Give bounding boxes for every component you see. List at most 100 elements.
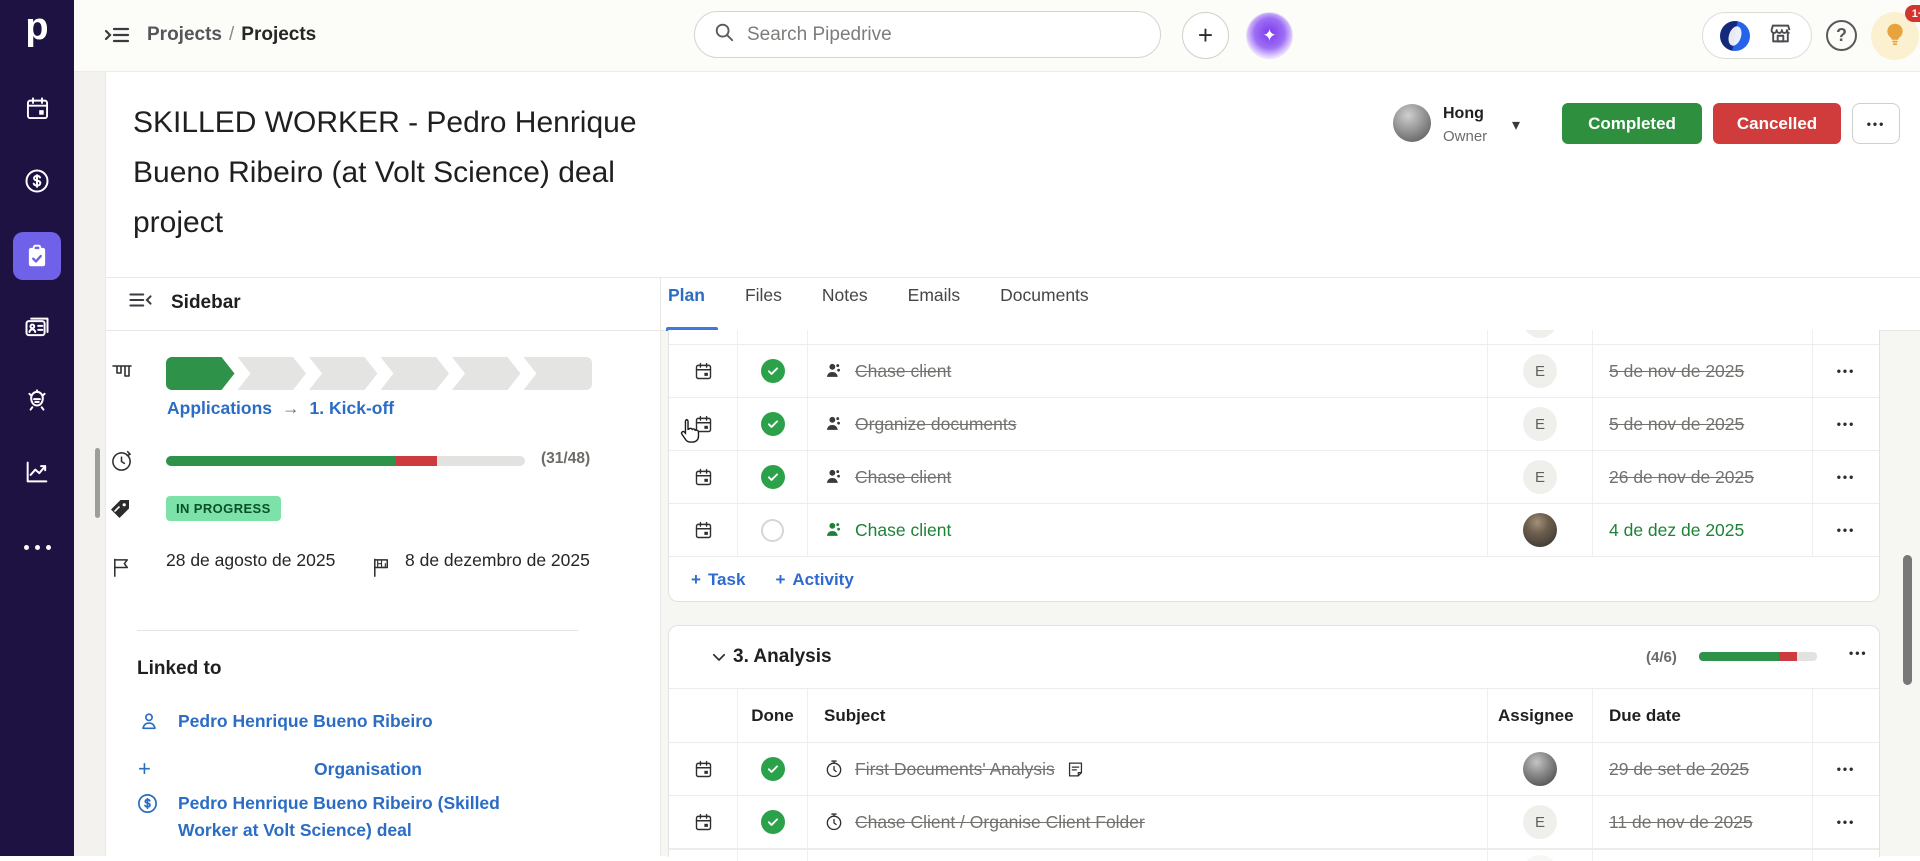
row-calendar-icon[interactable] <box>669 504 738 556</box>
due-date-cell[interactable]: 5 de nov de 2025 <box>1593 345 1813 397</box>
subject-cell[interactable]: Chase Client / Organise Client Folder <box>808 796 1488 848</box>
pipedrive-logo[interactable]: p <box>0 6 74 49</box>
sidebar-collapse-icon[interactable] <box>128 289 153 317</box>
nav-collapse-icon[interactable] <box>104 23 130 52</box>
nav-deals-icon[interactable] <box>0 157 74 205</box>
task-subject[interactable]: Chase client <box>855 467 951 488</box>
breadcrumb-section[interactable]: Projects <box>147 24 222 45</box>
marketplace-icon[interactable] <box>1767 20 1794 52</box>
add-activity-button[interactable]: + Activity <box>775 570 853 590</box>
section-progress-bar <box>1699 652 1817 661</box>
main-scrollbar-thumb[interactable] <box>1903 555 1912 685</box>
task-subject[interactable]: Chase client <box>855 361 951 382</box>
progress-done-segment <box>166 456 396 466</box>
phase-breadcrumb: Applications → 1. Kick-off <box>167 398 394 419</box>
column-assignee[interactable]: Assignee <box>1488 689 1593 742</box>
assignee-cell[interactable]: E <box>1488 345 1593 397</box>
row-menu-button[interactable]: ••• <box>1813 398 1879 450</box>
column-due-date[interactable]: Due date <box>1593 689 1813 742</box>
subject-cell[interactable]: Organize documents <box>808 398 1488 450</box>
question-icon: ? <box>1836 25 1847 45</box>
phase-link[interactable]: 1. Kick-off <box>310 398 395 419</box>
row-calendar-icon[interactable] <box>669 796 738 848</box>
row-menu-button[interactable]: ••• <box>1813 743 1879 795</box>
help-button[interactable]: ? <box>1826 20 1857 51</box>
end-date[interactable]: 8 de dezembro de 2025 <box>405 546 600 574</box>
assignee-avatar: E <box>1523 354 1557 388</box>
nav-ai-agent-icon[interactable] <box>0 378 74 426</box>
add-task-button[interactable]: + Task <box>691 570 745 590</box>
section-title[interactable]: 3. Analysis <box>733 646 832 668</box>
task-subject[interactable]: Organize documents <box>855 414 1016 435</box>
global-search[interactable] <box>694 11 1161 58</box>
column-done[interactable]: Done <box>738 689 808 742</box>
done-checkbox[interactable] <box>738 345 808 397</box>
tab-emails[interactable]: Emails <box>908 285 961 306</box>
section-menu-button[interactable]: ••• <box>1849 644 1868 662</box>
status-badge[interactable]: IN PROGRESS <box>166 496 281 521</box>
due-date-cell[interactable]: 4 de dez de 2025 <box>1593 504 1813 556</box>
ai-assistant-button[interactable]: ✦ <box>1246 12 1293 59</box>
row-menu-button[interactable]: ••• <box>1813 796 1879 848</box>
add-organisation-link[interactable]: Organisation <box>178 759 558 780</box>
analysis-section-header: 3. Analysis (4/6) ••• <box>669 626 1879 688</box>
activity-subject[interactable]: Chase Client / Organise Client Folder <box>855 812 1145 833</box>
row-menu-button[interactable]: ••• <box>1813 345 1879 397</box>
tab-notes[interactable]: Notes <box>822 285 868 306</box>
done-checkbox[interactable] <box>738 398 808 450</box>
section-chevron-down-icon[interactable] <box>709 648 729 671</box>
due-date-cell[interactable]: 26 de nov de 2025 <box>1593 451 1813 503</box>
assignee-cell[interactable]: E <box>1488 796 1593 848</box>
tab-plan[interactable]: Plan <box>668 285 705 306</box>
start-date[interactable]: 28 de agosto de 2025 <box>166 546 376 574</box>
nav-insights-icon[interactable] <box>0 448 74 496</box>
completed-button[interactable]: Completed <box>1562 103 1702 144</box>
quick-add-button[interactable]: + <box>1182 12 1229 59</box>
assignee-cell[interactable]: E <box>1488 451 1593 503</box>
subject-cell[interactable]: Chase client <box>808 451 1488 503</box>
add-organisation-plus-icon[interactable]: + <box>138 756 151 782</box>
assignee-cell[interactable]: E <box>1488 398 1593 450</box>
nav-contacts-icon[interactable] <box>0 303 74 351</box>
nav-more-icon[interactable] <box>0 523 74 571</box>
activity-subject[interactable]: First Documents' Analysis <box>855 759 1055 780</box>
done-checkbox[interactable] <box>738 796 808 848</box>
assignee-cell[interactable] <box>1488 504 1593 556</box>
campaigns-app-icon[interactable] <box>1720 20 1750 51</box>
nav-activities-calendar-icon[interactable] <box>0 84 74 132</box>
due-date-cell[interactable]: 11 de nov de 2025 <box>1593 796 1813 848</box>
nav-projects-icon[interactable] <box>0 232 74 280</box>
subject-cell[interactable]: Chase client <box>808 345 1488 397</box>
phase-progress-bar[interactable] <box>166 357 592 390</box>
outer-scrollbar-thumb[interactable] <box>95 448 100 518</box>
subject-cell[interactable]: Chase client <box>808 504 1488 556</box>
search-input[interactable] <box>747 23 1127 46</box>
owner-avatar[interactable] <box>1393 104 1431 142</box>
row-menu-button[interactable]: ••• <box>1813 451 1879 503</box>
row-calendar-icon[interactable] <box>669 743 738 795</box>
linked-deal-link[interactable]: Pedro Henrique Bueno Ribeiro (Skilled Wo… <box>178 790 528 844</box>
cancelled-button[interactable]: Cancelled <box>1713 103 1841 144</box>
project-more-button[interactable]: ••• <box>1852 103 1900 144</box>
row-calendar-icon[interactable] <box>669 451 738 503</box>
task-subject[interactable]: Chase client <box>855 520 951 541</box>
column-subject[interactable]: Subject <box>808 689 1488 742</box>
pipeline-link[interactable]: Applications <box>167 398 272 419</box>
tab-documents[interactable]: Documents <box>1000 285 1089 306</box>
done-checkbox[interactable] <box>738 743 808 795</box>
page-title: SKILLED WORKER - Pedro Henrique Bueno Ri… <box>133 98 753 248</box>
tab-files[interactable]: Files <box>745 285 782 306</box>
done-checkbox[interactable] <box>738 504 808 556</box>
assignee-cell[interactable] <box>1488 743 1593 795</box>
row-menu-button[interactable]: ••• <box>1813 504 1879 556</box>
linked-person-link[interactable]: Pedro Henrique Bueno Ribeiro <box>178 711 433 732</box>
subject-cell[interactable]: First Documents' Analysis <box>808 743 1488 795</box>
breadcrumb-page: Projects <box>241 24 317 45</box>
due-date-cell[interactable]: 5 de nov de 2025 <box>1593 398 1813 450</box>
row-calendar-icon[interactable] <box>669 345 738 397</box>
due-date-cell[interactable]: 29 de set de 2025 <box>1593 743 1813 795</box>
owner-caret-down-icon[interactable]: ▾ <box>1512 115 1520 135</box>
phase-segment-done <box>166 357 235 390</box>
done-checkbox[interactable] <box>738 451 808 503</box>
page-title-line2: Bueno Ribeiro (at Volt Science) deal <box>133 156 615 189</box>
